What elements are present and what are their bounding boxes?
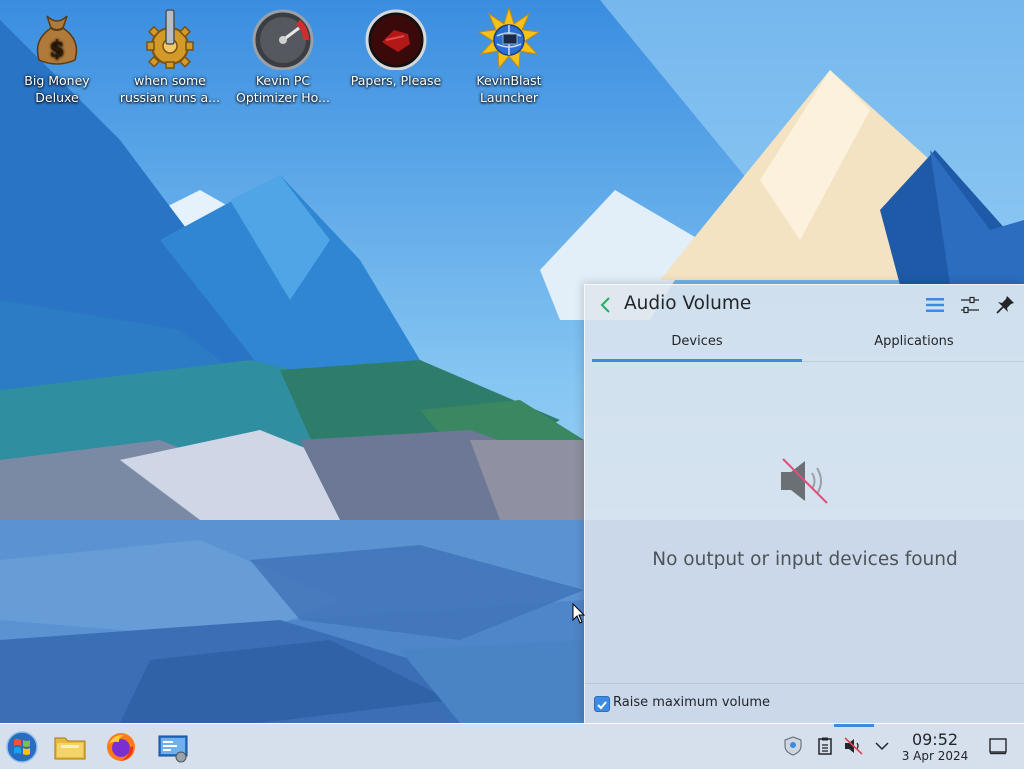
clock[interactable]: 09:52 3 Apr 2024: [898, 731, 972, 764]
desktop-icon-russian-gear[interactable]: when some russian runs a...: [114, 6, 226, 106]
chevron-down-icon: [875, 742, 889, 751]
desktop-icon-kevinblast-launcher[interactable]: KevinBlast Launcher: [453, 6, 565, 106]
desktop-icon-label: Kevin PC Optimizer Ho...: [236, 73, 330, 105]
expand-tray-button[interactable]: [872, 736, 892, 756]
sliders-icon: [961, 296, 979, 314]
show-desktop-icon: [989, 738, 1007, 755]
configure-button[interactable]: [958, 293, 982, 317]
file-manager-button[interactable]: [53, 730, 87, 764]
system-settings-icon: [158, 735, 188, 763]
menu-button[interactable]: [923, 293, 947, 317]
empty-state-message: No output or input devices found: [652, 549, 958, 570]
desktop-icon-label: Big Money Deluxe: [24, 73, 90, 105]
audio-volume-panel: Audio Volume Devices Applications No out…: [584, 284, 1024, 724]
back-button[interactable]: [595, 294, 617, 316]
chevron-left-icon: [600, 297, 610, 313]
audio-muted-icon: [779, 455, 831, 507]
pin-button[interactable]: [993, 293, 1017, 317]
pin-icon: [996, 296, 1014, 314]
tab-bar: Devices Applications: [592, 329, 1024, 362]
papers-please-icon: [364, 6, 428, 71]
vault-button[interactable]: [783, 736, 803, 756]
show-desktop-button[interactable]: [988, 736, 1008, 756]
taskbar: 09:52 3 Apr 2024: [0, 723, 1024, 769]
raise-max-volume-label[interactable]: Raise maximum volume: [613, 695, 770, 710]
speedometer-icon: [251, 6, 315, 71]
desktop-icon-papers-please[interactable]: Papers, Please: [340, 6, 452, 89]
panel-footer: Raise maximum volume: [585, 683, 1024, 725]
firefox-button[interactable]: [104, 730, 138, 764]
desktop-icon-label: Papers, Please: [350, 73, 442, 88]
tab-applications[interactable]: Applications: [809, 329, 1019, 359]
desktop-icon-big-money-deluxe[interactable]: $ Big Money Deluxe: [1, 6, 113, 106]
clipboard-button[interactable]: [815, 736, 835, 756]
checkmark-icon: [597, 701, 607, 710]
raise-max-volume-checkbox[interactable]: [594, 696, 610, 712]
clipboard-icon: [818, 737, 832, 755]
vault-icon: [784, 736, 802, 756]
tab-devices[interactable]: Devices: [592, 329, 802, 362]
svg-text:$: $: [49, 36, 64, 62]
start-menu-button[interactable]: [5, 730, 39, 764]
volume-button[interactable]: [844, 736, 864, 756]
money-bag-icon: $: [25, 6, 89, 70]
mouse-cursor-icon: [572, 603, 586, 624]
desktop-icon-label: when some russian runs a...: [119, 73, 221, 105]
file-manager-icon: [54, 737, 86, 760]
volume-muted-icon: [844, 737, 863, 755]
panel-title: Audio Volume: [624, 293, 752, 314]
hamburger-menu-icon: [926, 298, 944, 312]
desktop-icon-label: KevinBlast Launcher: [476, 73, 542, 105]
panel-header: Audio Volume: [585, 285, 1024, 327]
firefox-icon: [107, 733, 135, 761]
clock-time: 09:52: [911, 730, 959, 749]
starburst-globe-icon: [477, 6, 541, 70]
active-tray-indicator: [834, 724, 874, 727]
clock-date: 3 Apr 2024: [901, 749, 969, 763]
desktop-icon-kevin-pc-optimizer[interactable]: Kevin PC Optimizer Ho...: [227, 6, 339, 106]
system-settings-button[interactable]: [156, 730, 190, 764]
start-menu-icon: [6, 731, 38, 763]
gear-icon: [138, 6, 202, 70]
